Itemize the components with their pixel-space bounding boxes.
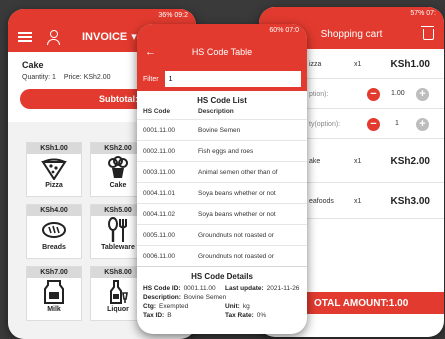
cart-item-name: izza (309, 60, 322, 68)
hs-code: 0002.11.00 (143, 147, 176, 155)
status-text: 57% 07: (410, 9, 436, 17)
filter-label: Filter (143, 75, 159, 83)
hs-list-header: HS Code Description (137, 108, 307, 119)
bread-icon (27, 216, 81, 244)
milk-icon (27, 278, 81, 306)
hs-desc: Bovine Semen (198, 126, 241, 134)
cart-item-name: eafoods (309, 197, 334, 205)
hs-details-title: HS Code Details (191, 272, 253, 281)
hs-row[interactable]: 0006.11.00 Groundnuts not roasted or (137, 245, 307, 266)
product-name: Pizza (45, 182, 63, 189)
detail-taxid-value: B (167, 312, 172, 319)
hs-desc: Groundnuts not roasted or (198, 252, 274, 260)
status-text: 36% 09:2 (158, 11, 188, 19)
product-price: KSh7.00 (27, 267, 81, 278)
plus-icon[interactable]: + (416, 118, 429, 131)
status-bar: 57% 07: (259, 7, 444, 19)
detail-update-label: Last update: (225, 285, 264, 292)
hs-desc: Fish eggs and roes (198, 147, 254, 155)
hs-row[interactable]: 0001.11.00 Bovine Semen (137, 119, 307, 140)
detail-unit-label: Unit: (225, 303, 240, 310)
detail-desc-label: Description: (143, 294, 181, 301)
status-bar: 60% 07:0 (137, 24, 307, 36)
cart-item-qty: x1 (354, 157, 362, 165)
hs-list-title: HS Code List (197, 96, 247, 105)
cart-item-price: KSh1.00 (390, 58, 430, 70)
col-hs-code: HS Code (143, 108, 171, 115)
detail-desc-value: Bovine Semen (183, 294, 227, 301)
detail-id-label: HS Code ID: (143, 285, 181, 292)
product-tile-milk[interactable]: KSh7.00 Milk (26, 266, 82, 321)
product-tile-pizza[interactable]: KSh1.00 Pizza (26, 142, 82, 197)
product-tile-breads[interactable]: KSh4.00 Breads (26, 204, 82, 259)
status-bar: 36% 09:2 (8, 9, 196, 21)
cart-item-price: Price: KSh2.00 (63, 74, 111, 81)
detail-ctg-value: Exempted (159, 303, 189, 310)
back-arrow-icon[interactable]: ← (145, 46, 161, 58)
hs-title: HS Code Table (191, 46, 253, 57)
detail-update-value: 2021-11-26 (266, 285, 300, 292)
hs-code: 0001.11.00 (143, 126, 176, 134)
col-description: Description (198, 108, 234, 115)
hs-code: 0005.11.00 (143, 231, 176, 239)
hs-row[interactable]: 0004.11.02 Soya beans whether or not (137, 203, 307, 224)
hs-desc: Soya beans whether or not (198, 210, 276, 218)
hs-code: 0006.11.00 (143, 252, 176, 260)
pizza-icon (27, 154, 81, 182)
hs-desc: Animal semen other than of (198, 168, 278, 176)
hs-row[interactable]: 0002.11.00 Fish eggs and roes (137, 140, 307, 161)
product-name: Breads (42, 244, 66, 251)
invoice-title: INVOICE (82, 30, 128, 43)
detail-id-value: 0001.11.00 (183, 285, 216, 292)
plus-icon[interactable]: + (416, 88, 429, 101)
product-price: KSh1.00 (27, 143, 81, 154)
detail-taxrate-label: Tax Rate: (225, 312, 254, 319)
option-label: ty(option): (309, 120, 341, 128)
cart-item-quantity: Quantity: 1 (22, 74, 56, 81)
detail-ctg-label: Ctg: (143, 303, 156, 310)
cart-item-qty: x1 (354, 197, 362, 205)
cart-item-price: KSh3.00 (390, 195, 430, 207)
filter-input[interactable] (164, 71, 301, 87)
hs-row[interactable]: 0003.11.00 Animal semen other than of (137, 161, 307, 182)
cart-item-name: ake (309, 157, 321, 165)
detail-unit-value: kg (242, 303, 250, 310)
detail-taxid-label: Tax ID: (143, 312, 165, 319)
minus-icon[interactable]: − (367, 88, 380, 101)
hs-details: HS Code Details HS Code ID: 0001.11.00 La… (137, 266, 307, 320)
option-value[interactable]: 1.00 (391, 90, 405, 97)
hs-app-bar: ← HS Code Table (137, 36, 307, 67)
hs-code-screen: 60% 07:0 ← HS Code Table Filter HS Code … (137, 24, 307, 334)
product-price: KSh4.00 (27, 205, 81, 216)
cart-item-price: KSh2.00 (390, 155, 430, 167)
hs-row[interactable]: 0005.11.00 Groundnuts not roasted or (137, 224, 307, 245)
hs-desc: Soya beans whether or not (198, 189, 276, 197)
minus-icon[interactable]: − (367, 118, 380, 131)
invoice-title-dropdown[interactable]: INVOICE ▾ (82, 30, 137, 44)
product-name: Milk (47, 306, 61, 313)
cart-item-qty: x1 (354, 60, 362, 68)
user-icon[interactable] (46, 29, 60, 45)
option-value[interactable]: 1 (395, 120, 399, 127)
trash-icon[interactable] (421, 25, 434, 40)
caret-down-icon: ▾ (131, 31, 137, 43)
status-text: 60% 07:0 (269, 26, 299, 34)
menu-icon[interactable] (18, 31, 32, 42)
total-amount-label: OTAL AMOUNT:1.00 (314, 297, 409, 309)
hs-row[interactable]: 0004.11.01 Soya beans whether or not (137, 182, 307, 203)
filter-bar: Filter (137, 67, 307, 91)
hs-code: 0004.11.01 (143, 189, 176, 197)
hs-code: 0004.11.02 (143, 210, 176, 218)
hs-desc: Groundnuts not roasted or (198, 231, 274, 239)
option-label: ption): (309, 90, 329, 98)
detail-taxrate-value: 0% (256, 312, 267, 319)
hs-code: 0003.11.00 (143, 168, 176, 176)
cart-title: Shopping cart (320, 28, 383, 40)
